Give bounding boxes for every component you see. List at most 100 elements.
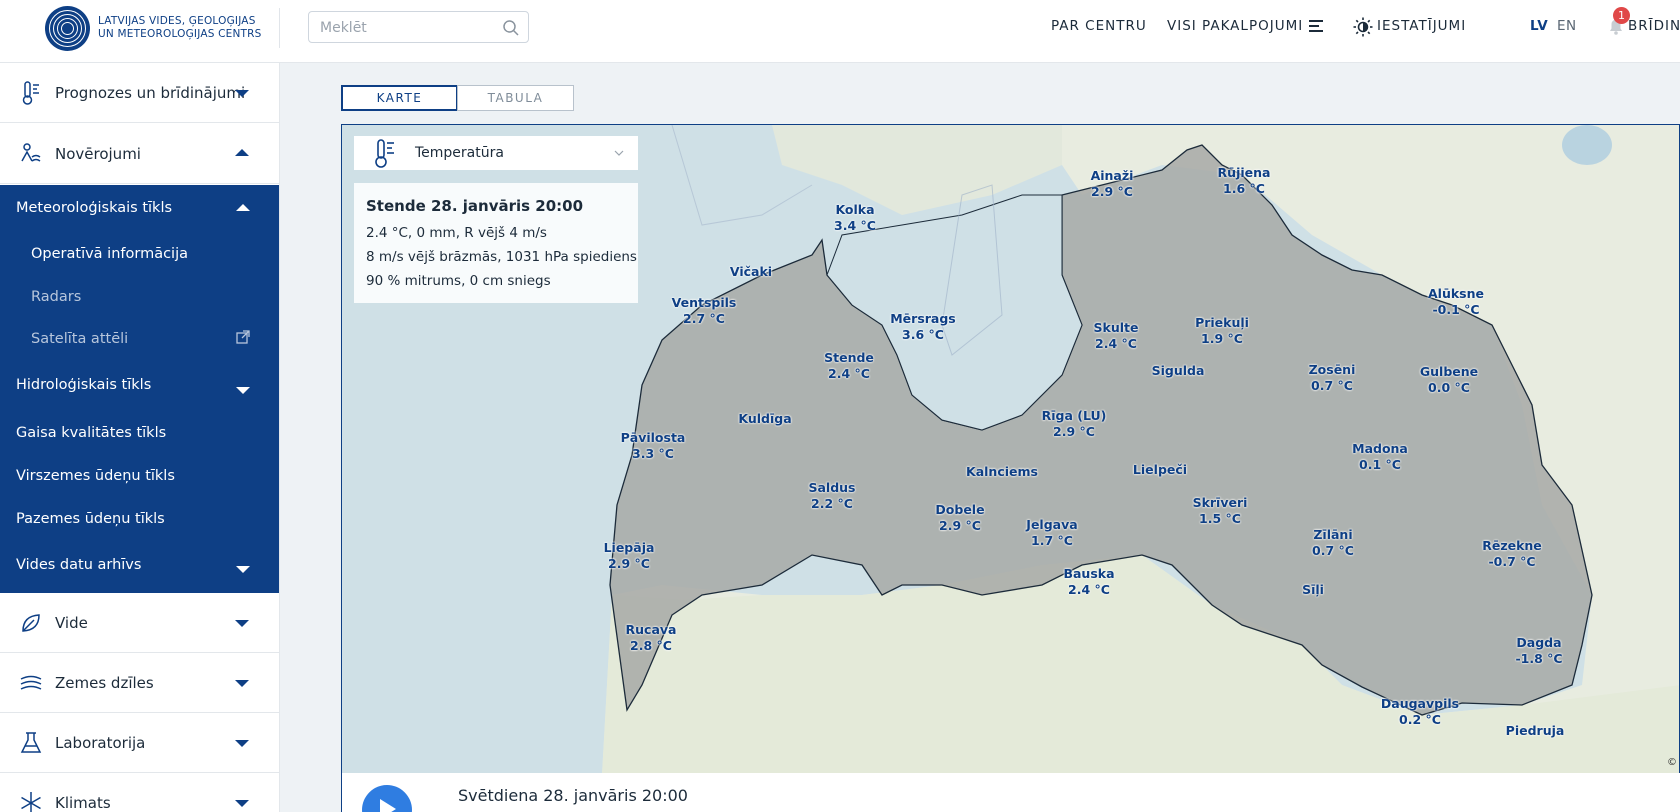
chevron-down-icon[interactable] (236, 566, 250, 573)
station-marker[interactable]: Sigulda (1152, 363, 1205, 379)
station-marker[interactable]: Sīļi (1302, 582, 1324, 598)
submenu-meteo-network[interactable]: Meteoroloģiskais tīkls (16, 200, 172, 216)
station-marker[interactable]: Rēzekne -0.7 °C (1482, 538, 1542, 570)
station-marker[interactable]: Kuldīga (738, 411, 791, 427)
chevron-up-icon[interactable] (235, 149, 249, 156)
sidebar-item-environment[interactable]: Vide (0, 593, 279, 653)
station-marker[interactable]: Rūjiena 1.6 °C (1218, 165, 1271, 197)
sidebar-item-label: Vide (55, 614, 88, 632)
station-marker[interactable]: Priekuļi 1.9 °C (1195, 315, 1249, 347)
play-button[interactable] (362, 785, 412, 812)
info-line: 90 % mitrums, 0 cm sniegs (366, 273, 551, 289)
station-marker[interactable]: Lielpeči (1133, 462, 1187, 478)
submenu-radar[interactable]: Radars (31, 289, 81, 305)
submenu-air-quality[interactable]: Gaisa kvalitātes tīkls (16, 425, 166, 441)
submenu-surface-water[interactable]: Virszemes ūdeņu tīkls (16, 468, 175, 484)
nav-settings[interactable]: IESTATĪJUMI (1377, 18, 1466, 34)
search-input[interactable] (320, 18, 500, 38)
parameter-value: Temperatūra (415, 145, 504, 161)
lvgmc-logo[interactable] (45, 6, 90, 51)
station-marker[interactable]: Rīga (LU) 2.9 °C (1042, 408, 1107, 440)
chevron-down-icon[interactable] (235, 800, 249, 807)
station-marker[interactable]: Zosēni 0.7 °C (1309, 362, 1356, 394)
station-marker[interactable]: Dobele 2.9 °C (935, 502, 984, 534)
station-marker[interactable]: Liepāja 2.9 °C (604, 540, 655, 572)
sidebar-item-label: Laboratorija (55, 734, 146, 752)
play-icon (380, 799, 396, 812)
submenu-satellite[interactable]: Satelīta attēli (31, 331, 128, 347)
info-line: 8 m/s vējš brāzmās, 1031 hPa spiediens (366, 249, 637, 265)
nav-warnings[interactable]: BRĪDINĀ (1628, 18, 1680, 34)
station-marker[interactable]: Mērsrags 3.6 °C (890, 311, 956, 343)
sidebar-item-climate[interactable]: Klimats (0, 773, 279, 812)
lang-en[interactable]: EN (1557, 18, 1577, 34)
chevron-down-icon[interactable] (235, 620, 249, 627)
station-marker[interactable]: Daugavpils 0.2 °C (1381, 696, 1459, 728)
sidebar-item-label: Zemes dzīles (55, 674, 154, 692)
timeline-bar: Svētdiena 28. janvāris 20:00 (341, 773, 1680, 812)
station-marker[interactable]: Skulte 2.4 °C (1094, 320, 1139, 352)
station-marker[interactable]: Skrīveri 1.5 °C (1193, 495, 1248, 527)
observation-icon (21, 143, 41, 162)
station-marker[interactable]: Piedruja (1506, 723, 1565, 739)
station-marker[interactable]: Jelgava 1.7 °C (1026, 517, 1077, 549)
station-marker[interactable]: Gulbene 0.0 °C (1420, 364, 1478, 396)
logo-line-1: LATVIJAS VIDES, ĢEOLOĢIJAS (98, 15, 256, 27)
header: LATVIJAS VIDES, ĢEOLOĢIJAS UN METEOROLOĢ… (0, 0, 1680, 63)
station-marker[interactable]: Zīlāni 0.7 °C (1312, 527, 1354, 559)
station-marker[interactable]: Kalnciems (966, 464, 1038, 480)
station-marker[interactable]: Madona 0.1 °C (1352, 441, 1408, 473)
list-icon[interactable] (1309, 20, 1323, 32)
chevron-up-icon[interactable] (236, 204, 250, 211)
station-marker[interactable]: Bauska 2.4 °C (1063, 566, 1114, 598)
chevron-down-icon[interactable] (236, 387, 250, 394)
map-copyright[interactable]: © (1667, 757, 1677, 768)
nav-all-services[interactable]: VISI PAKALPOJUMI (1167, 18, 1303, 34)
tab-map[interactable]: KARTE (341, 85, 458, 111)
sun-settings-icon[interactable] (1353, 17, 1373, 37)
chevron-down-icon[interactable] (235, 90, 249, 97)
weather-map[interactable]: Temperatūra Stende 28. janvāris 20:00 2.… (341, 124, 1680, 774)
nav-about[interactable]: PAR CENTRU (1051, 18, 1147, 34)
station-marker[interactable]: Ainaži 2.9 °C (1091, 168, 1134, 200)
layers-icon (20, 675, 42, 690)
tab-table[interactable]: TABULA (457, 85, 574, 111)
submenu-env-archive[interactable]: Vides datu arhīvs (16, 557, 141, 573)
flask-icon (20, 732, 42, 753)
sidebar-item-subsoil[interactable]: Zemes dzīles (0, 653, 279, 713)
chevron-down-icon (614, 150, 624, 156)
submenu-hydro-network[interactable]: Hidroloģiskais tīkls (16, 377, 151, 393)
sidebar-item-observations[interactable]: Novērojumi (0, 124, 279, 184)
sidebar-item-laboratory[interactable]: Laboratorija (0, 713, 279, 773)
station-marker[interactable]: Alūksne -0.1 °C (1428, 286, 1484, 318)
observations-submenu: Meteoroloģiskais tīkls Operatīvā informā… (0, 185, 279, 593)
parameter-dropdown[interactable]: Temperatūra (354, 136, 638, 170)
station-marker[interactable]: Rucava 2.8 °C (626, 622, 677, 654)
search-icon[interactable] (502, 19, 520, 37)
station-marker[interactable]: Kolka 3.4 °C (834, 202, 876, 234)
station-marker[interactable]: Vičaki (730, 264, 772, 280)
info-title: Stende 28. janvāris 20:00 (366, 197, 584, 215)
thermometer-icon (375, 139, 394, 168)
submenu-groundwater[interactable]: Pazemes ūdeņu tīkls (16, 511, 165, 527)
snowflake-icon (21, 792, 41, 812)
sidebar-item-label: Prognozes un brīdinājumi (55, 84, 246, 102)
info-line: 2.4 °C, 0 mm, R vējš 4 m/s (366, 225, 547, 241)
timeline-datetime: Svētdiena 28. janvāris 20:00 (458, 786, 688, 805)
station-marker[interactable]: Pāvilosta 3.3 °C (621, 430, 686, 462)
station-info-box: Stende 28. janvāris 20:00 2.4 °C, 0 mm, … (354, 183, 638, 303)
leaf-icon (22, 614, 40, 632)
external-link-icon[interactable] (236, 330, 250, 344)
station-marker[interactable]: Stende 2.4 °C (824, 350, 874, 382)
submenu-operative-info[interactable]: Operatīvā informācija (31, 246, 188, 262)
sidebar-item-forecasts[interactable]: Prognozes un brīdinājumi (0, 63, 279, 123)
logo-line-2: UN METEOROLOĢIJAS CENTRS (98, 28, 262, 40)
station-marker[interactable]: Dagda -1.8 °C (1515, 635, 1562, 667)
chevron-down-icon[interactable] (235, 680, 249, 687)
search-box (308, 11, 529, 43)
lang-lv[interactable]: LV (1530, 18, 1548, 34)
logo-text[interactable]: LATVIJAS VIDES, ĢEOLOĢIJAS UN METEOROLOĢ… (98, 15, 262, 41)
chevron-down-icon[interactable] (235, 740, 249, 747)
station-marker[interactable]: Ventspils 2.7 °C (672, 295, 737, 327)
station-marker[interactable]: Saldus 2.2 °C (808, 480, 855, 512)
